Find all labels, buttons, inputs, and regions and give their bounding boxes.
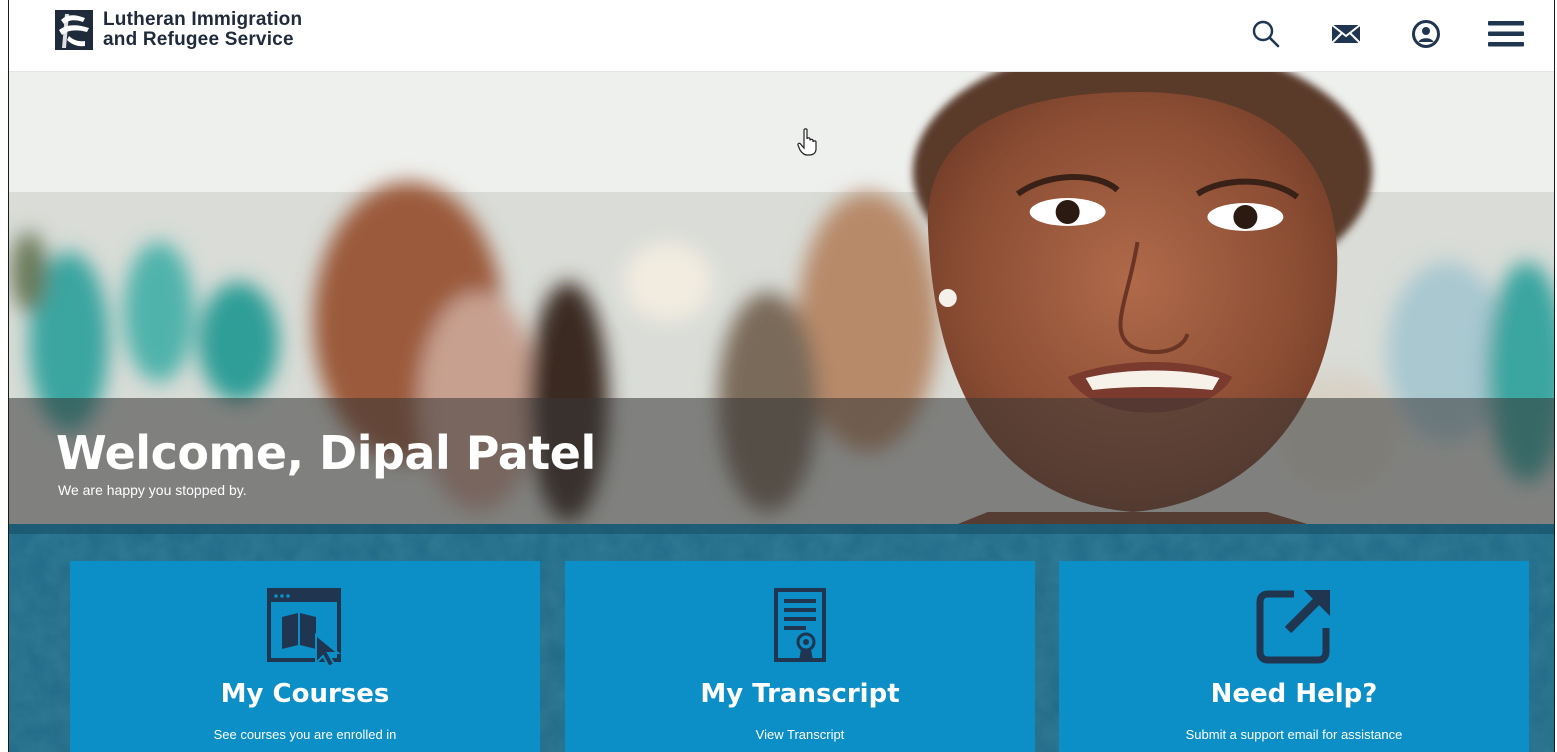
tile-description: Submit a support email for assistance: [1185, 727, 1403, 742]
org-logo[interactable]: Lutheran Immigration and Refugee Service: [55, 10, 302, 50]
logo-mark-icon: [55, 10, 93, 50]
tile-description: View Transcript: [755, 727, 845, 742]
menu-icon: [1488, 21, 1524, 47]
org-name: Lutheran Immigration and Refugee Service: [103, 10, 302, 50]
tile-title: Need Help?: [1210, 679, 1378, 709]
tile-my-courses[interactable]: My Courses See courses you are enrolled …: [70, 561, 540, 752]
header-actions: [1246, 14, 1526, 54]
mail-icon: [1331, 24, 1361, 44]
search-button[interactable]: [1246, 14, 1286, 54]
app-frame: Lutheran Immigration and Refugee Service: [8, 0, 1555, 752]
search-icon: [1252, 20, 1280, 48]
tile-need-help[interactable]: Need Help? Submit a support email for as…: [1059, 561, 1529, 752]
tile-my-transcript[interactable]: My Transcript View Transcript: [565, 561, 1035, 752]
hand-cursor-icon: [797, 128, 817, 156]
user-profile-icon: [1412, 20, 1440, 48]
courses-icon: [265, 586, 345, 666]
profile-button[interactable]: [1406, 14, 1446, 54]
welcome-title: Welcome, Dipal Patel: [56, 426, 596, 480]
menu-button[interactable]: [1486, 14, 1526, 54]
tile-description: See courses you are enrolled in: [213, 727, 397, 742]
transcript-icon: [760, 586, 840, 666]
site-header: Lutheran Immigration and Refugee Service: [9, 0, 1554, 72]
org-name-line-1: Lutheran Immigration: [103, 9, 303, 30]
external-link-icon: [1254, 586, 1334, 666]
tile-title: My Transcript: [700, 679, 900, 709]
hero-banner: Welcome, Dipal Patel We are happy you st…: [9, 72, 1554, 524]
messages-button[interactable]: [1326, 14, 1366, 54]
tile-title: My Courses: [220, 679, 390, 709]
org-name-line-2: and Refugee Service: [103, 29, 294, 50]
welcome-subtitle: We are happy you stopped by.: [58, 482, 247, 498]
